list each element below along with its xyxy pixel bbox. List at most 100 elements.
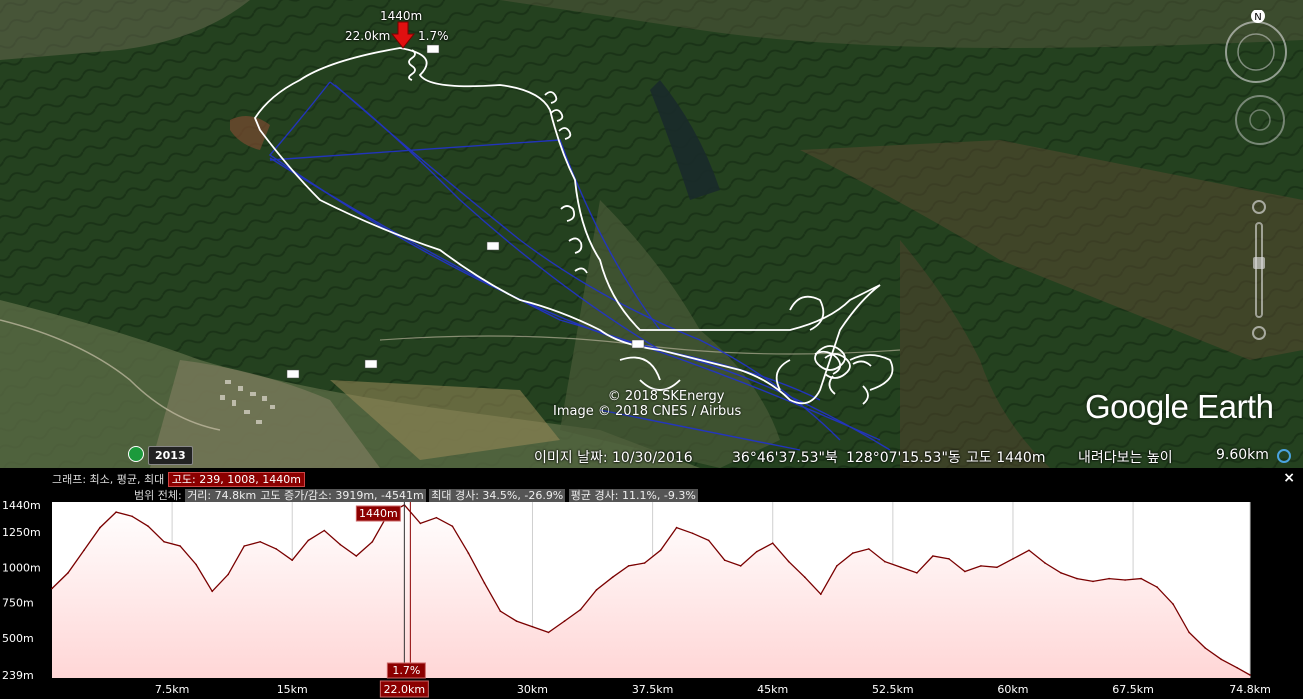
x-tick-label: 67.5km	[1112, 683, 1154, 696]
elevation-point	[195, 563, 197, 566]
elevation-readout: 고도 1440m	[966, 450, 1046, 466]
x-tick-label: 52.5km	[872, 683, 914, 696]
elevation-point	[1060, 572, 1062, 574]
elevation-point	[291, 559, 294, 561]
elevation-point	[211, 590, 213, 593]
cursor-altitude-label: 1440m	[380, 9, 423, 23]
x-tick-label: 74.8km	[1229, 683, 1271, 696]
elevation-point	[163, 541, 165, 543]
close-profile-button[interactable]: ×	[1283, 470, 1295, 486]
graph-label: 그래프: 최소, 평균, 최대	[52, 473, 165, 486]
elevation-point	[1204, 647, 1206, 649]
x-tick-label: 15km	[277, 683, 308, 696]
elevation-point	[307, 539, 310, 542]
copyright-line-1: © 2018 SKEnergy	[607, 389, 725, 404]
elevation-point	[932, 555, 934, 557]
elevation-point	[1249, 674, 1251, 676]
move-joystick[interactable]	[1232, 92, 1288, 148]
elevation-point	[1236, 667, 1238, 669]
x-tick-label: 45km	[757, 683, 788, 696]
elevation-point	[243, 545, 245, 547]
x-tick-label: 22.0km	[384, 683, 426, 696]
google-earth-logo: Google Earth	[1085, 388, 1274, 425]
elevation-point	[659, 549, 662, 552]
elevation-point	[996, 566, 998, 569]
zoom-slider[interactable]	[1249, 195, 1269, 345]
copyright-line-2: Image © 2018 CNES / Airbus	[553, 404, 742, 419]
elevation-point	[691, 532, 694, 535]
elevation-point	[99, 526, 101, 529]
elevation-point	[67, 572, 69, 574]
y-tick-label: 1000m	[2, 561, 41, 574]
elevation-point	[611, 576, 614, 578]
elevation-point	[563, 620, 566, 622]
look-joystick[interactable]: N	[1222, 9, 1288, 86]
elevation-point	[980, 565, 982, 567]
x-tick-label: 30km	[517, 683, 548, 696]
elevation-point	[1092, 580, 1094, 583]
cursor-distance-label: 22.0km	[345, 29, 391, 43]
elevation-point	[964, 570, 966, 573]
elevation-point	[179, 545, 181, 547]
elevation-point	[499, 610, 502, 612]
elevation-point	[1188, 631, 1190, 634]
y-tick-label: 500m	[2, 632, 34, 645]
elevation-point	[900, 566, 902, 569]
y-tick-label: 239m	[2, 669, 34, 682]
elevation-point	[259, 541, 262, 543]
eye-altitude-label: 내려다보는 높이	[1078, 450, 1173, 466]
elevation-point	[531, 625, 534, 628]
elevation-point	[83, 549, 85, 552]
cursor-grade-label: 1.7%	[418, 29, 449, 43]
elevation-chart[interactable]: 1440m 1250m 1000m 750m 500m 239m 7.5km 15km 22.0…	[0, 500, 1303, 699]
elevation-point	[771, 542, 774, 544]
elevation-point	[787, 560, 790, 563]
elevation-point	[916, 572, 918, 574]
zoom-slider-handle	[1253, 257, 1265, 269]
elevation-point	[1028, 549, 1030, 552]
elevation-point	[451, 525, 454, 527]
compass-letter: N	[1254, 12, 1261, 23]
elevation-point	[723, 559, 726, 561]
elevation-point	[852, 552, 854, 554]
elevation-point	[275, 548, 278, 550]
elevation-point	[675, 526, 678, 529]
elevation-point	[419, 522, 422, 525]
status-bar: 이미지 날짜: 10/30/2016 36°46'37.53"북 128°07'…	[0, 444, 1303, 468]
y-tick-label: 1250m	[2, 526, 41, 539]
elevation-point	[1124, 579, 1126, 581]
elevation-point	[1076, 577, 1078, 580]
latitude-readout: 36°46'37.53"북	[732, 450, 838, 466]
elevation-point	[1140, 577, 1142, 580]
elevation-point	[739, 565, 742, 567]
elevation-point	[323, 529, 326, 532]
streaming-progress-icon	[1277, 449, 1291, 463]
elevation-point	[339, 543, 342, 546]
zoom-out-icon	[1252, 326, 1266, 340]
zoom-in-icon	[1252, 200, 1266, 214]
earth-map-view[interactable]: 1440m 22.0km 1.7% © 2018 SKEnergy Image …	[0, 0, 1303, 468]
graph-stats-row: 그래프: 최소, 평균, 최대 고도: 239, 1008, 1440m	[52, 471, 305, 487]
elevation-point	[467, 552, 470, 554]
image-date: 이미지 날짜: 10/30/2016	[534, 450, 693, 466]
x-tick-label: 7.5km	[155, 683, 190, 696]
elevation-point	[355, 555, 358, 557]
x-tick-label: 60km	[997, 683, 1028, 696]
marker-grade-label: 1.7%	[392, 664, 420, 677]
elevation-point	[1220, 658, 1222, 661]
elevation-point	[1156, 586, 1158, 588]
elevation-point	[820, 593, 822, 595]
elevation-point	[579, 608, 582, 611]
elevation-point	[371, 541, 374, 543]
elevation-point	[836, 565, 838, 567]
elevation-point	[868, 548, 870, 550]
y-tick-label: 750m	[2, 597, 34, 610]
elevation-point	[1108, 577, 1110, 580]
elevation-point	[755, 550, 758, 553]
elevation-point	[131, 515, 133, 518]
elevation-point	[1012, 558, 1014, 560]
elevation-point	[435, 516, 438, 519]
elevation-point	[547, 631, 550, 634]
elevation-point	[804, 576, 806, 578]
graph-values: 고도: 239, 1008, 1440m	[167, 472, 305, 487]
